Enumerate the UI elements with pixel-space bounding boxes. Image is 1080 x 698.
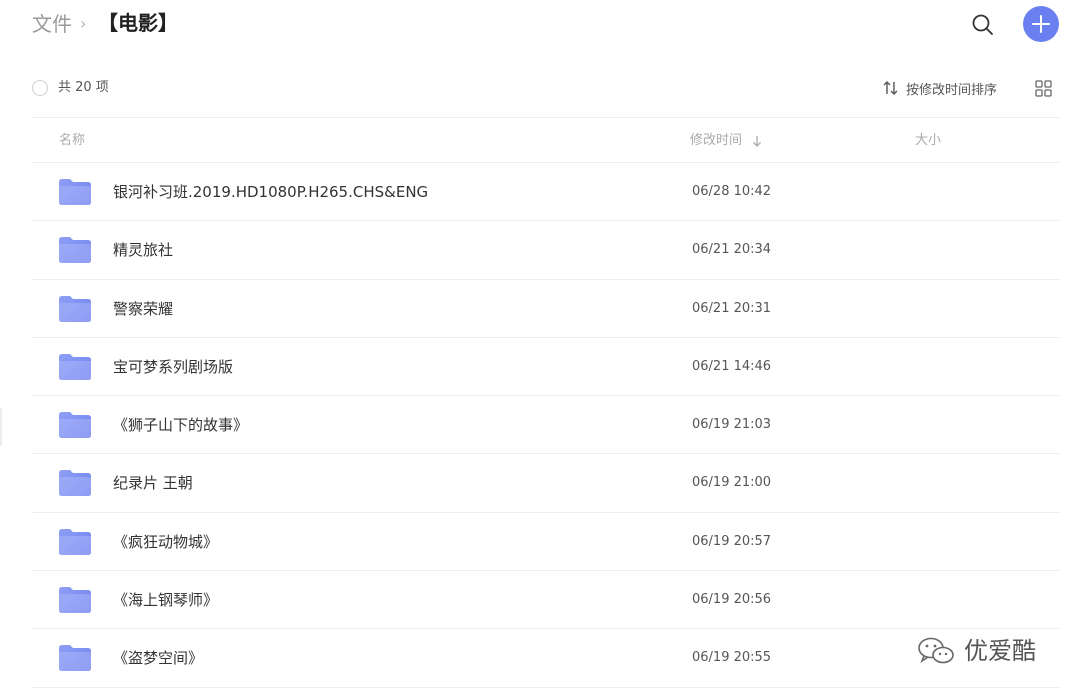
table-row[interactable]: 《狮子山下的故事》 06/19 21:03 [32, 396, 1060, 455]
table-row[interactable]: 银河补习班.2019.HD1080P.H265.CHS&ENG 06/28 10… [32, 163, 1060, 222]
select-all-checkbox[interactable] [32, 80, 48, 96]
file-name: 《海上钢琴师》 [113, 591, 219, 610]
folder-icon [59, 587, 91, 614]
watermark: 优爱酷 [916, 636, 1036, 666]
file-name: 《疯狂动物城》 [113, 532, 219, 551]
file-modified-time: 06/19 20:56 [692, 592, 772, 608]
column-header-modified[interactable]: 修改时间 [690, 132, 764, 150]
folder-icon [59, 295, 91, 322]
sort-label: 按修改时间排序 [906, 82, 998, 98]
edge-marker [0, 408, 2, 446]
folder-icon [59, 412, 91, 439]
table-row[interactable]: 精灵旅社 06/21 20:34 [32, 221, 1060, 280]
search-button[interactable] [970, 12, 996, 38]
file-list: 银河补习班.2019.HD1080P.H265.CHS&ENG 06/28 10… [32, 163, 1060, 688]
file-name: 银河补习班.2019.HD1080P.H265.CHS&ENG [113, 183, 429, 201]
file-name: 《盗梦空间》 [113, 649, 204, 668]
table-row[interactable]: 《盗梦空间》 06/19 20:55 [32, 629, 1060, 688]
plus-icon [1032, 15, 1050, 33]
add-button[interactable] [1023, 6, 1059, 42]
search-icon [972, 14, 993, 35]
grid-view-icon [1035, 80, 1052, 97]
folder-icon [59, 528, 91, 555]
file-modified-time: 06/19 21:00 [692, 475, 772, 491]
file-modified-time: 06/19 21:03 [692, 417, 772, 433]
breadcrumb-current: 【电影】 [98, 11, 178, 35]
file-name: 《狮子山下的故事》 [113, 416, 249, 435]
file-modified-time: 06/21 20:34 [692, 242, 772, 258]
file-modified-time: 06/21 20:31 [692, 300, 772, 316]
watermark-text: 优爱酷 [964, 637, 1036, 665]
sort-icon [883, 81, 898, 95]
wechat-icon [918, 637, 954, 664]
table-row[interactable]: 《疯狂动物城》 06/19 20:57 [32, 513, 1060, 572]
file-name: 纪录片 王朝 [113, 474, 193, 493]
table-row[interactable]: 《海上钢琴师》 06/19 20:56 [32, 571, 1060, 630]
folder-icon [59, 645, 91, 672]
breadcrumb-separator: › [80, 14, 87, 33]
file-modified-time: 06/21 14:46 [692, 358, 772, 374]
header: 文件 › 【电影】 [0, 0, 1080, 50]
grid-view-button[interactable] [1035, 80, 1052, 97]
toolbar-divider [32, 117, 1060, 118]
folder-icon [59, 179, 91, 205]
item-count: 共 20 项 [58, 80, 109, 95]
file-modified-time: 06/19 20:57 [692, 533, 772, 549]
sort-button[interactable]: 按修改时间排序 [882, 78, 997, 98]
folder-icon [59, 237, 91, 264]
table-row[interactable]: 警察荣耀 06/21 20:31 [32, 280, 1060, 338]
file-modified-time: 06/28 10:42 [692, 184, 772, 199]
arrow-down-icon [753, 136, 761, 147]
breadcrumb-root[interactable]: 文件 [32, 10, 72, 38]
column-header-size[interactable]: 大小 [915, 132, 941, 150]
folder-icon [59, 353, 91, 380]
file-browser-page: 文件 › 【电影】 共 20 项 按修改时间排序 名称 修改时间 大小 银河补习… [0, 0, 1080, 698]
file-name: 警察荣耀 [113, 299, 174, 318]
folder-icon [59, 470, 91, 497]
file-name: 精灵旅社 [113, 241, 174, 260]
column-header-modified-label: 修改时间 [690, 133, 743, 148]
file-name: 宝可梦系列剧场版 [113, 357, 234, 376]
column-header-name[interactable]: 名称 [59, 132, 85, 150]
file-modified-time: 06/19 20:55 [692, 650, 772, 666]
table-row[interactable]: 纪录片 王朝 06/19 21:00 [32, 454, 1060, 513]
table-row[interactable]: 宝可梦系列剧场版 06/21 14:46 [32, 338, 1060, 397]
